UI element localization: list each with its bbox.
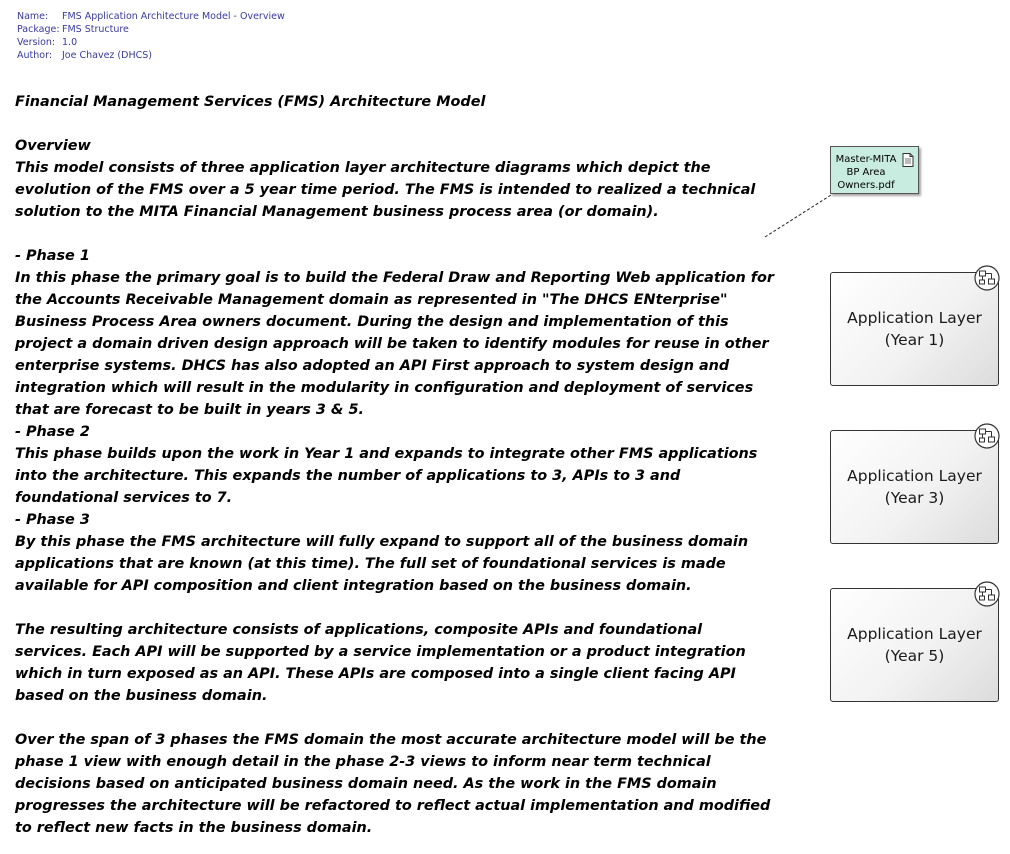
diagram-ref-year5[interactable]: Application Layer (Year 5) xyxy=(830,581,1000,702)
diagram-ref-label: Application Layer (Year 5) xyxy=(847,625,982,665)
artifact-pdf[interactable]: Master-MITA BP Area Owners.pdf xyxy=(830,146,919,194)
diagram-link-icon xyxy=(974,423,1000,453)
note-link-connector xyxy=(764,194,832,238)
diagram-link-icon xyxy=(974,581,1000,611)
diagram-ref-year1[interactable]: Application Layer (Year 1) xyxy=(830,265,1000,386)
diagram-ref-year3[interactable]: Application Layer (Year 3) xyxy=(830,423,1000,544)
document-icon xyxy=(902,152,914,171)
diagram-ref-label: Application Layer (Year 3) xyxy=(847,467,982,507)
diagram-link-icon xyxy=(974,265,1000,295)
artifact-label: Master-MITA BP Area Owners.pdf xyxy=(835,154,897,191)
diagram-ref-label: Application Layer (Year 1) xyxy=(847,309,982,349)
